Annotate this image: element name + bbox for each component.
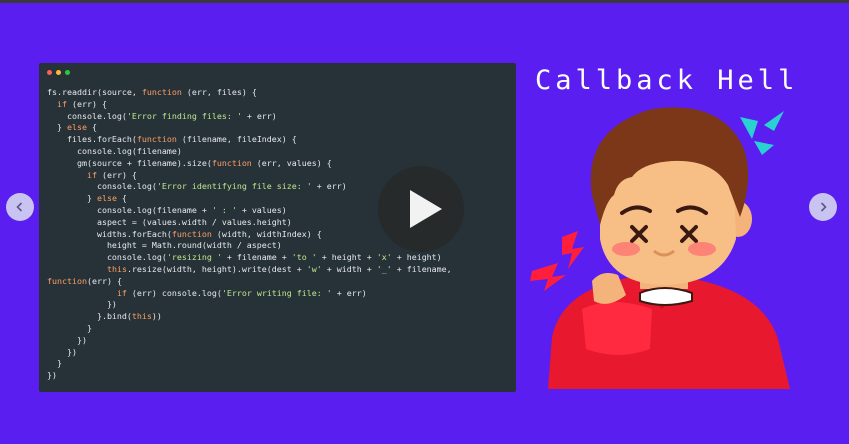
close-dot — [47, 70, 52, 75]
stressed-man-illustration — [530, 107, 790, 389]
code-line: }.bind(this)) — [47, 311, 162, 322]
maximize-dot — [65, 70, 70, 75]
slide-title: Callback Hell — [535, 65, 799, 96]
code-line: } else { — [47, 122, 97, 133]
window-controls — [47, 70, 70, 75]
code-line: if (err) console.log('Error writing file… — [116, 287, 367, 298]
play-icon — [410, 190, 442, 228]
prev-slide-button[interactable] — [6, 193, 34, 221]
chevron-right-icon — [820, 202, 827, 212]
chevron-left-icon — [16, 202, 23, 212]
code-line: } — [47, 322, 92, 333]
code-line: }) — [47, 334, 87, 345]
code-line: console.log(filename) — [47, 145, 182, 156]
code-line: this.resize(width, height).write(dest + … — [106, 263, 452, 274]
code-line: function(err) { — [47, 275, 122, 286]
stress-mark-icon — [740, 117, 758, 139]
minimize-dot — [56, 70, 61, 75]
code-line: console.log('Error finding files: ' + er… — [47, 110, 277, 121]
code-line: fs.readdir(source, function (err, files)… — [47, 87, 257, 97]
code-line: } — [47, 358, 62, 369]
code-line: console.log('resizing ' + filename + 'to… — [47, 252, 442, 263]
code-line: }) — [47, 299, 117, 310]
next-slide-button[interactable] — [809, 193, 837, 221]
code-line: }) — [47, 346, 77, 357]
pain-bolt-icon — [562, 231, 584, 269]
play-button[interactable] — [378, 166, 464, 252]
code-line: }) — [47, 370, 57, 381]
code-line: if (err) { — [57, 98, 107, 109]
slide: fs.readdir(source, function (err, files)… — [0, 3, 849, 444]
code-line: files.forEach(function (filename, fileIn… — [47, 134, 297, 145]
